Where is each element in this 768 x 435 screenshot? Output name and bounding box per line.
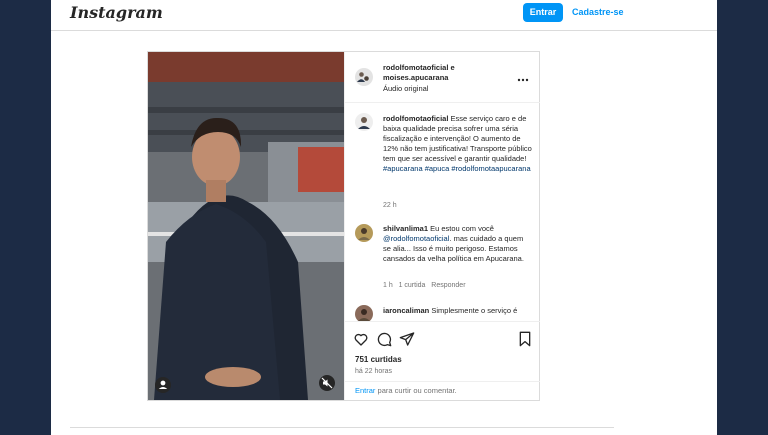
video-frame	[148, 52, 344, 400]
comment-meta: 1 h 1 curtida Responder	[383, 281, 466, 291]
login-prompt-text: para curtir ou comentar.	[377, 386, 457, 395]
author-username-2[interactable]: moises.apucarana	[383, 73, 448, 82]
likes-count[interactable]: 751 curtidas	[355, 355, 402, 365]
comments-section[interactable]: rodolfomotaoficial Esse serviço caro e d…	[345, 103, 540, 321]
comment-avatar[interactable]	[355, 224, 373, 242]
author-username-1[interactable]: rodolfomotaoficial	[383, 63, 448, 72]
more-icon[interactable]	[517, 72, 529, 82]
mute-icon[interactable]	[319, 375, 335, 391]
comment-icon[interactable]	[376, 331, 392, 347]
comment-text: iaroncaliman Simplesmente o serviço é	[383, 306, 533, 316]
post-details-panel: rodolfomotaoficial e moises.apucarana Áu…	[344, 52, 540, 400]
top-navigation-bar: Instagram Entrar Cadastre-se	[51, 0, 717, 31]
bookmark-icon[interactable]	[518, 331, 532, 347]
page: Instagram Entrar Cadastre-se rodolfomota…	[51, 0, 717, 435]
comment-reply-button[interactable]: Responder	[431, 282, 465, 289]
caption-hashtags[interactable]: #apucarana #apuca #rodolfomotaapucarana	[383, 164, 531, 173]
caption-time: 22 h	[383, 202, 397, 209]
divider	[345, 381, 540, 382]
login-prompt: Entrar para curtir ou comentar.	[355, 386, 457, 396]
post-authors: rodolfomotaoficial e moises.apucarana	[383, 63, 503, 83]
instagram-logo[interactable]: Instagram	[70, 3, 163, 22]
comment-time: 1 h	[383, 282, 393, 289]
comment-likes[interactable]: 1 curtida	[399, 282, 426, 289]
author-avatar[interactable]	[355, 68, 373, 86]
login-button[interactable]: Entrar	[523, 3, 563, 22]
signup-link[interactable]: Cadastre-se	[572, 3, 624, 22]
share-icon[interactable]	[399, 331, 415, 347]
comment-username[interactable]: shilvanlima1	[383, 224, 428, 233]
post-header: rodolfomotaoficial e moises.apucarana Áu…	[345, 52, 540, 103]
audio-label[interactable]: Áudio original	[383, 84, 428, 94]
footer-divider	[70, 427, 614, 428]
comment-body: Simplesmente o serviço é	[431, 306, 518, 315]
caption-username[interactable]: rodolfomotaoficial	[383, 114, 448, 123]
post-card: rodolfomotaoficial e moises.apucarana Áu…	[147, 51, 540, 401]
comment-username[interactable]: iaroncaliman	[383, 306, 429, 315]
comment-body-a: Eu estou com você	[430, 224, 494, 233]
caption-avatar[interactable]	[355, 113, 373, 131]
comment-mention[interactable]: @rodolfomotaoficial	[383, 234, 449, 243]
user-tag-icon[interactable]	[155, 377, 171, 393]
caption-text: rodolfomotaoficial Esse serviço caro e d…	[383, 114, 533, 174]
comment-avatar[interactable]	[355, 305, 373, 321]
login-prompt-link[interactable]: Entrar	[355, 386, 375, 395]
author-connector: e	[450, 63, 455, 72]
comment-text: shilvanlima1 Eu estou com você @rodolfom…	[383, 224, 533, 264]
heart-icon[interactable]	[353, 331, 369, 347]
post-video[interactable]	[148, 52, 344, 400]
post-actions: 751 curtidas há 22 horas Entrar para cur…	[345, 321, 540, 401]
post-timestamp: há 22 horas	[355, 368, 392, 375]
